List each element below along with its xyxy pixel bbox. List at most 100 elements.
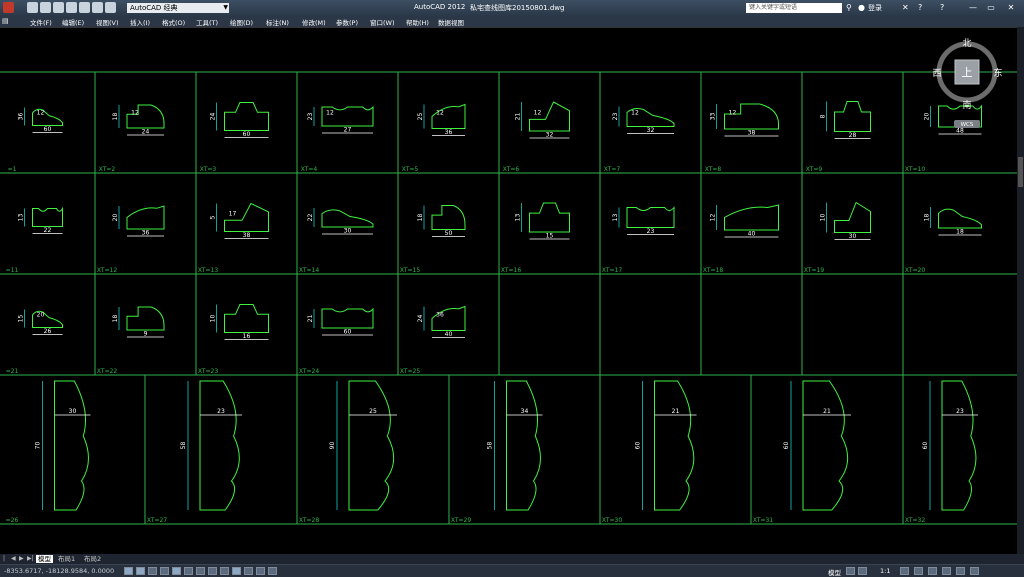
- help-icon[interactable]: ?: [918, 3, 922, 13]
- last-tab-arrow-icon[interactable]: ▶|: [27, 555, 34, 563]
- dimension-value: 28: [849, 132, 857, 139]
- dyn-toggle-icon[interactable]: [220, 567, 229, 575]
- moulding-profile: [834, 101, 871, 132]
- search-input[interactable]: 键入关键字或短语: [746, 3, 842, 13]
- dimension-value: 90: [329, 442, 336, 450]
- ucs-toggle-icon[interactable]: [208, 567, 217, 575]
- cell-label: XT=29: [451, 517, 472, 524]
- scrollbar-thumb[interactable]: [1018, 157, 1023, 187]
- prev-tab-arrow-icon[interactable]: ◀: [11, 555, 17, 563]
- 3d-osnap-toggle-icon[interactable]: [184, 567, 193, 575]
- moulding-profile: [32, 206, 63, 227]
- tall-moulding-profile: [654, 380, 695, 511]
- menu-dimension[interactable]: 标注(N): [266, 17, 289, 27]
- dimension-value: 16: [243, 333, 251, 340]
- otrack-toggle-icon[interactable]: [196, 567, 205, 575]
- dimension-value: 36: [445, 129, 453, 136]
- maximize-button[interactable]: ▭: [984, 2, 998, 13]
- menu-help[interactable]: 帮助(H): [406, 17, 429, 27]
- dimension-value: 23: [217, 408, 225, 415]
- login-label[interactable]: 登录: [868, 3, 882, 13]
- cell-label: XT=2: [99, 166, 116, 173]
- cell-label: XT=5: [402, 166, 419, 173]
- search-icon[interactable]: ⚲: [846, 3, 852, 13]
- moulding-profile: [834, 201, 871, 233]
- dimension-value: 60: [922, 442, 929, 450]
- menu-draw[interactable]: 绘图(D): [230, 17, 253, 27]
- save-icon[interactable]: [53, 2, 64, 13]
- drawing-area[interactable]: =1 60 36 12 XT=2 24 18 12 XT=3 60 24 XT=4 27 23 12 XT=5…: [0, 28, 1017, 555]
- cell-label: XT=24: [299, 368, 320, 375]
- menu-tools[interactable]: 工具(T): [196, 17, 218, 27]
- dimension-value: 24: [417, 315, 424, 323]
- menu-window[interactable]: 窗口(W): [370, 17, 395, 27]
- quick-props-toggle-icon[interactable]: [256, 567, 265, 575]
- app-menu-icon[interactable]: [3, 2, 14, 13]
- menu-icon[interactable]: ▤: [2, 17, 9, 25]
- close-button[interactable]: ✕: [1004, 2, 1018, 13]
- menu-file[interactable]: 文件(F): [30, 17, 52, 27]
- tall-moulding-profile: [941, 380, 977, 511]
- annotation-visibility-icon[interactable]: [900, 567, 909, 575]
- cell-label: XT=13: [198, 267, 219, 274]
- tab-model[interactable]: 模型: [36, 555, 53, 563]
- dimension-value: 12: [631, 110, 639, 117]
- moulding-profile: [626, 206, 675, 228]
- polar-toggle-icon[interactable]: [160, 567, 169, 575]
- hardware-acceleration-icon[interactable]: [942, 567, 951, 575]
- tall-moulding-profile: [199, 380, 240, 511]
- workspace-select[interactable]: AutoCAD 经典 ▼: [127, 3, 229, 13]
- grid-toggle-icon[interactable]: [136, 567, 145, 575]
- undo-icon[interactable]: [92, 2, 103, 13]
- menu-view[interactable]: 视图(V): [96, 17, 119, 27]
- menu-parameter[interactable]: 参数(P): [336, 17, 358, 27]
- cell-label: XT=31: [753, 517, 774, 524]
- snap-toggle-icon[interactable]: [124, 567, 133, 575]
- osnap-toggle-icon[interactable]: [172, 567, 181, 575]
- help-circle-icon[interactable]: ?: [940, 3, 944, 13]
- tab-layout1[interactable]: 布局1: [56, 555, 77, 563]
- save-as-icon[interactable]: [66, 2, 77, 13]
- user-icon[interactable]: ●: [858, 3, 865, 13]
- tab-layout2[interactable]: 布局2: [82, 555, 103, 563]
- first-tab-arrow-icon[interactable]: |◀: [3, 555, 9, 570]
- dimension-value: 13: [612, 214, 619, 222]
- cell-label: =21: [6, 368, 19, 375]
- quick-view-layouts-icon[interactable]: [846, 567, 855, 575]
- print-icon[interactable]: [79, 2, 90, 13]
- menu-modify[interactable]: 修改(M): [302, 17, 326, 27]
- moulding-profile: [224, 202, 269, 232]
- clean-screen-icon[interactable]: [970, 567, 979, 575]
- dimension-value: 23: [307, 113, 314, 121]
- selection-cycling-icon[interactable]: [268, 567, 277, 575]
- workspace-switch-icon[interactable]: [914, 567, 923, 575]
- dimension-value: 22: [44, 227, 52, 234]
- tall-moulding-profile: [348, 380, 395, 511]
- next-tab-arrow-icon[interactable]: ▶: [19, 555, 25, 563]
- dimension-value: 60: [635, 442, 642, 450]
- dimension-value: 36: [436, 312, 444, 319]
- compass-north: 北: [962, 38, 971, 49]
- annotation-scale[interactable]: 1:1: [880, 567, 890, 575]
- tall-moulding-profile: [802, 380, 849, 511]
- quick-view-drawings-icon[interactable]: [858, 567, 867, 575]
- menu-format[interactable]: 格式(O): [162, 17, 185, 27]
- open-file-icon[interactable]: [40, 2, 51, 13]
- menu-data-view[interactable]: 数据视图: [438, 17, 464, 27]
- isolate-objects-icon[interactable]: [956, 567, 965, 575]
- ortho-toggle-icon[interactable]: [148, 567, 157, 575]
- drawing-canvas[interactable]: =1 60 36 12 XT=2 24 18 12 XT=3 60 24 XT=4 27 23 12 XT=5…: [0, 27, 1024, 555]
- exchange-icon[interactable]: ✕: [902, 3, 909, 13]
- lock-icon[interactable]: [928, 567, 937, 575]
- redo-icon[interactable]: [105, 2, 116, 13]
- dimension-value: 23: [647, 228, 655, 235]
- lineweight-toggle-icon[interactable]: [232, 567, 241, 575]
- menu-edit[interactable]: 编辑(E): [62, 17, 84, 27]
- dimension-value: 20: [37, 312, 45, 319]
- transparency-toggle-icon[interactable]: [244, 567, 253, 575]
- vertical-scrollbar[interactable]: [1017, 27, 1024, 554]
- minimize-button[interactable]: —: [966, 2, 980, 13]
- menu-insert[interactable]: 插入(I): [130, 17, 150, 27]
- moulding-profile: [126, 205, 165, 230]
- new-file-icon[interactable]: [27, 2, 38, 13]
